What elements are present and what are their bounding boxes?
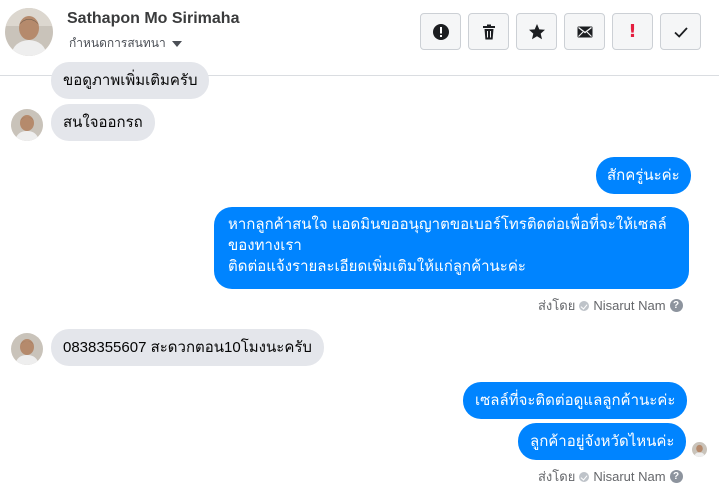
sender-avatar (11, 333, 43, 365)
outgoing-message[interactable]: สักครู่นะค่ะ (596, 157, 691, 194)
star-icon (528, 23, 545, 39)
sender-avatar (11, 109, 43, 141)
help-icon[interactable]: ? (669, 470, 683, 483)
message-line: ของทางเรา (228, 237, 302, 254)
mark-done-button[interactable] (660, 13, 701, 50)
sent-by-info: ส่งโดย Nisarut Nam ? (538, 295, 683, 316)
contact-avatar[interactable] (5, 8, 53, 56)
incoming-message[interactable]: ขอดูภาพเพิ่มเติมครับ (51, 62, 210, 99)
flag-important-button[interactable]: ! (612, 13, 653, 50)
trash-icon (482, 24, 495, 39)
header-toolbar: ! (420, 13, 701, 50)
incoming-message[interactable]: 0838355607 สะดวกตอน10โมงนะครับ (51, 329, 324, 366)
sent-by-agent[interactable]: Nisarut Nam (593, 298, 665, 313)
seen-receipt-avatar (692, 442, 707, 457)
sent-by-info: ส่งโดย Nisarut Nam ? (538, 466, 683, 487)
check-icon (673, 26, 688, 38)
sent-by-label: ส่งโดย (538, 469, 576, 484)
caret-down-icon (171, 40, 182, 47)
envelope-icon (577, 26, 592, 37)
sent-by-label: ส่งโดย (538, 298, 576, 313)
outgoing-message[interactable]: เซลล์ที่จะติดต่อดูแลลูกค้านะค่ะ (463, 382, 688, 419)
message-line: ติดต่อแจ้งรายละเอียดเพิ่มเติมให้แก่ลูกค้… (228, 258, 526, 275)
conversation-menu-label: กำหนดการสนทนา (69, 36, 166, 50)
sent-by-agent[interactable]: Nisarut Nam (593, 469, 665, 484)
verified-check-icon (579, 471, 590, 482)
outgoing-message[interactable]: หากลูกค้าสนใจ แอดมินขออนุญาตขอเบอร์โทรติ… (214, 207, 689, 289)
message-line: หากลูกค้าสนใจ แอดมินขออนุญาตขอเบอร์โทรติ… (228, 216, 667, 233)
mark-unread-button[interactable] (564, 13, 605, 50)
delete-button[interactable] (468, 13, 509, 50)
alert-button[interactable] (420, 13, 461, 50)
alert-circle-icon (432, 23, 449, 40)
outgoing-message[interactable]: ลูกค้าอยู่จังหวัดไหนค่ะ (518, 423, 687, 460)
conversation-menu[interactable]: กำหนดการสนทนา (69, 34, 182, 53)
verified-check-icon (579, 300, 590, 311)
contact-name[interactable]: Sathapon Mo Sirimaha (67, 10, 239, 28)
help-icon[interactable]: ? (669, 299, 683, 312)
star-button[interactable] (516, 13, 557, 50)
exclamation-icon: ! (628, 20, 637, 42)
incoming-message[interactable]: สนใจออกรถ (51, 104, 155, 141)
